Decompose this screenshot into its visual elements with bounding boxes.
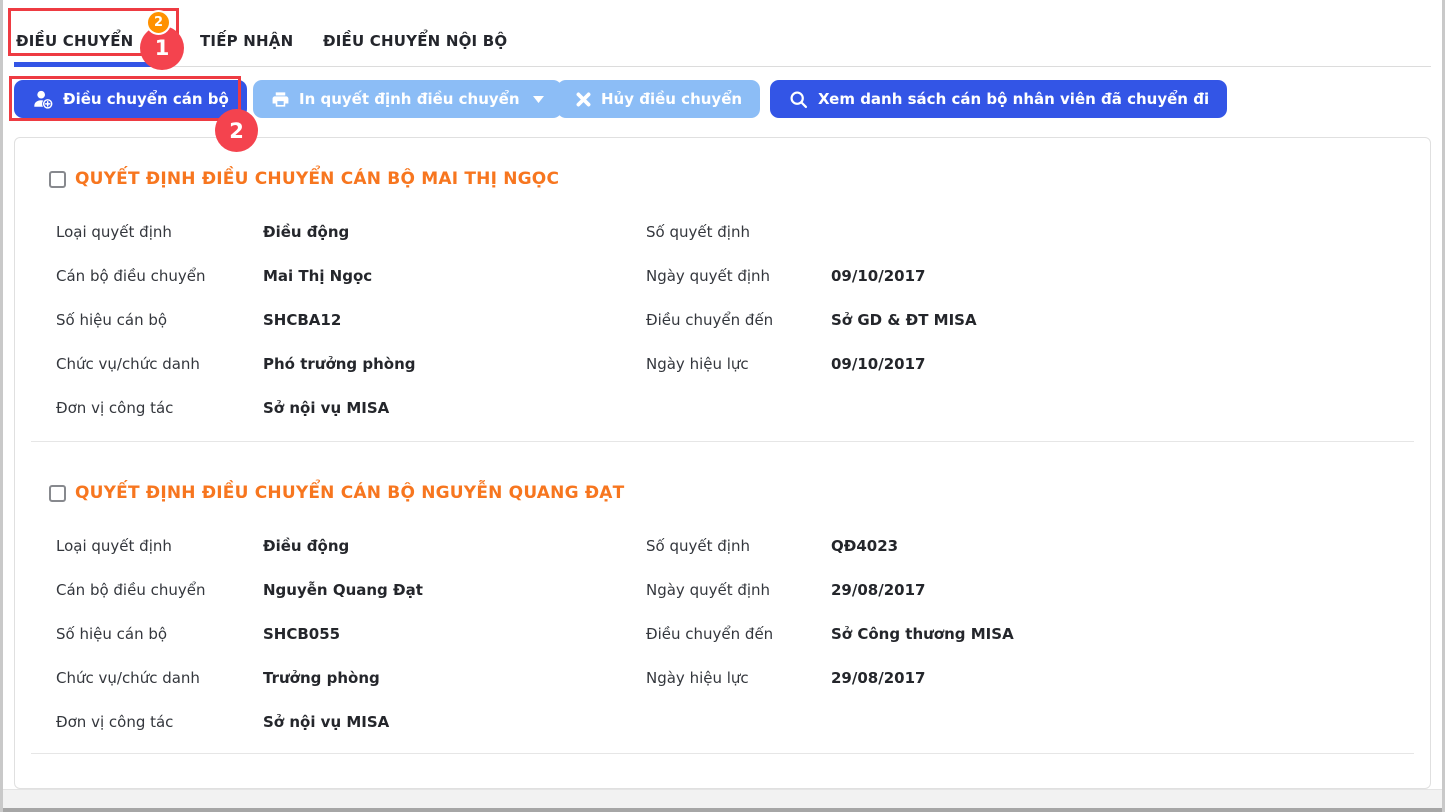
transfer-decision-card: QUYẾT ĐỊNH ĐIỀU CHUYỂN CÁN BỘ NGUYỄN QUA… bbox=[15, 480, 1430, 744]
transfer-decision-card: QUYẾT ĐỊNH ĐIỀU CHUYỂN CÁN BỘ MAI THỊ NG… bbox=[15, 166, 1430, 430]
window-bottom-gutter bbox=[3, 789, 1442, 808]
field-label: Số quyết định bbox=[646, 537, 831, 555]
window-bottom-border bbox=[0, 808, 1445, 812]
field-row: Đơn vị công tác Sở nội vụ MISA bbox=[56, 700, 1430, 744]
field-label: Loại quyết định bbox=[56, 537, 263, 555]
field-row: Cán bộ điều chuyển Mai Thị Ngọc Ngày quy… bbox=[56, 254, 1430, 298]
decisions-panel: QUYẾT ĐỊNH ĐIỀU CHUYỂN CÁN BỘ MAI THỊ NG… bbox=[14, 137, 1431, 789]
annotation-step-2: 2 bbox=[215, 109, 258, 152]
field-value: Mai Thị Ngọc bbox=[263, 267, 646, 285]
field-value: Sở nội vụ MISA bbox=[263, 399, 646, 417]
x-icon bbox=[575, 91, 592, 108]
field-label: Ngày hiệu lực bbox=[646, 669, 831, 687]
tab-tiep-nhan[interactable]: TIẾP NHẬN bbox=[200, 27, 293, 55]
field-label: Loại quyết định bbox=[56, 223, 263, 241]
field-row: Chức vụ/chức danh Phó trưởng phòng Ngày … bbox=[56, 342, 1430, 386]
field-label: Đơn vị công tác bbox=[56, 713, 263, 731]
field-label: Điều chuyển đến bbox=[646, 311, 831, 329]
card-title: QUYẾT ĐỊNH ĐIỀU CHUYỂN CÁN BỘ NGUYỄN QUA… bbox=[75, 483, 624, 503]
caret-down-icon bbox=[533, 96, 544, 103]
print-decision-button-label: In quyết định điều chuyển bbox=[299, 90, 520, 108]
field-label: Cán bộ điều chuyển bbox=[56, 581, 263, 599]
field-label: Số hiệu cán bộ bbox=[56, 625, 263, 643]
field-value: Trưởng phòng bbox=[263, 669, 646, 687]
field-label: Chức vụ/chức danh bbox=[56, 355, 263, 373]
field-row: Loại quyết định Điều động Số quyết định bbox=[56, 210, 1430, 254]
app-window: ĐIỀU CHUYỂN TIẾP NHẬN ĐIỀU CHUYỂN NỘI BỘ… bbox=[0, 0, 1445, 812]
field-value: Sở GD & ĐT MISA bbox=[831, 311, 1430, 329]
card-divider bbox=[31, 441, 1414, 442]
field-label: Điều chuyển đến bbox=[646, 625, 831, 643]
window-left-border bbox=[0, 0, 3, 812]
field-value: Nguyễn Quang Đạt bbox=[263, 581, 646, 599]
print-decision-button[interactable]: In quyết định điều chuyển bbox=[253, 80, 562, 118]
field-row: Cán bộ điều chuyển Nguyễn Quang Đạt Ngày… bbox=[56, 568, 1430, 612]
field-value: 29/08/2017 bbox=[831, 669, 1430, 687]
field-value: Điều động bbox=[263, 223, 646, 241]
field-value: 29/08/2017 bbox=[831, 581, 1430, 599]
field-row: Loại quyết định Điều động Số quyết định … bbox=[56, 524, 1430, 568]
field-label: Số quyết định bbox=[646, 223, 831, 241]
field-value: Phó trưởng phòng bbox=[263, 355, 646, 373]
card-header: QUYẾT ĐỊNH ĐIỀU CHUYỂN CÁN BỘ NGUYỄN QUA… bbox=[49, 480, 1430, 506]
field-label: Ngày hiệu lực bbox=[646, 355, 831, 373]
field-value: Điều động bbox=[263, 537, 646, 555]
printer-icon bbox=[271, 90, 290, 109]
tabbar-divider bbox=[14, 66, 1431, 67]
field-label: Chức vụ/chức danh bbox=[56, 669, 263, 687]
field-row: Số hiệu cán bộ SHCB055 Điều chuyển đến S… bbox=[56, 612, 1430, 656]
card-divider bbox=[31, 753, 1414, 754]
active-tab-underline bbox=[14, 62, 151, 67]
field-value: QĐ4023 bbox=[831, 537, 1430, 555]
cancel-transfer-button[interactable]: Hủy điều chuyển bbox=[557, 80, 760, 118]
tab-count-badge: 2 bbox=[146, 10, 171, 35]
field-value: 09/10/2017 bbox=[831, 355, 1430, 373]
field-value: Sở nội vụ MISA bbox=[263, 713, 646, 731]
field-label: Số hiệu cán bộ bbox=[56, 311, 263, 329]
field-value: Sở Công thương MISA bbox=[831, 625, 1430, 643]
select-decision-checkbox[interactable] bbox=[49, 485, 66, 502]
select-decision-checkbox[interactable] bbox=[49, 171, 66, 188]
field-row: Đơn vị công tác Sở nội vụ MISA bbox=[56, 386, 1430, 430]
view-transferred-list-button[interactable]: Xem danh sách cán bộ nhân viên đã chuyển… bbox=[770, 80, 1227, 118]
card-fields: Loại quyết định Điều động Số quyết định … bbox=[15, 210, 1430, 430]
cancel-transfer-button-label: Hủy điều chuyển bbox=[601, 90, 742, 108]
tab-dieu-chuyen-noi-bo[interactable]: ĐIỀU CHUYỂN NỘI BỘ bbox=[323, 27, 507, 55]
field-label: Cán bộ điều chuyển bbox=[56, 267, 263, 285]
field-label: Đơn vị công tác bbox=[56, 399, 263, 417]
card-header: QUYẾT ĐỊNH ĐIỀU CHUYỂN CÁN BỘ MAI THỊ NG… bbox=[49, 166, 1430, 192]
annotation-rect-transfer-button bbox=[9, 76, 241, 121]
field-value: 09/10/2017 bbox=[831, 267, 1430, 285]
field-label: Ngày quyết định bbox=[646, 267, 831, 285]
card-title: QUYẾT ĐỊNH ĐIỀU CHUYỂN CÁN BỘ MAI THỊ NG… bbox=[75, 169, 559, 189]
field-value: SHCB055 bbox=[263, 625, 646, 643]
field-label: Ngày quyết định bbox=[646, 581, 831, 599]
field-row: Chức vụ/chức danh Trưởng phòng Ngày hiệu… bbox=[56, 656, 1430, 700]
search-icon bbox=[788, 89, 809, 110]
card-fields: Loại quyết định Điều động Số quyết định … bbox=[15, 524, 1430, 744]
view-transferred-list-button-label: Xem danh sách cán bộ nhân viên đã chuyển… bbox=[818, 90, 1209, 108]
field-value: SHCBA12 bbox=[263, 311, 646, 329]
field-row: Số hiệu cán bộ SHCBA12 Điều chuyển đến S… bbox=[56, 298, 1430, 342]
